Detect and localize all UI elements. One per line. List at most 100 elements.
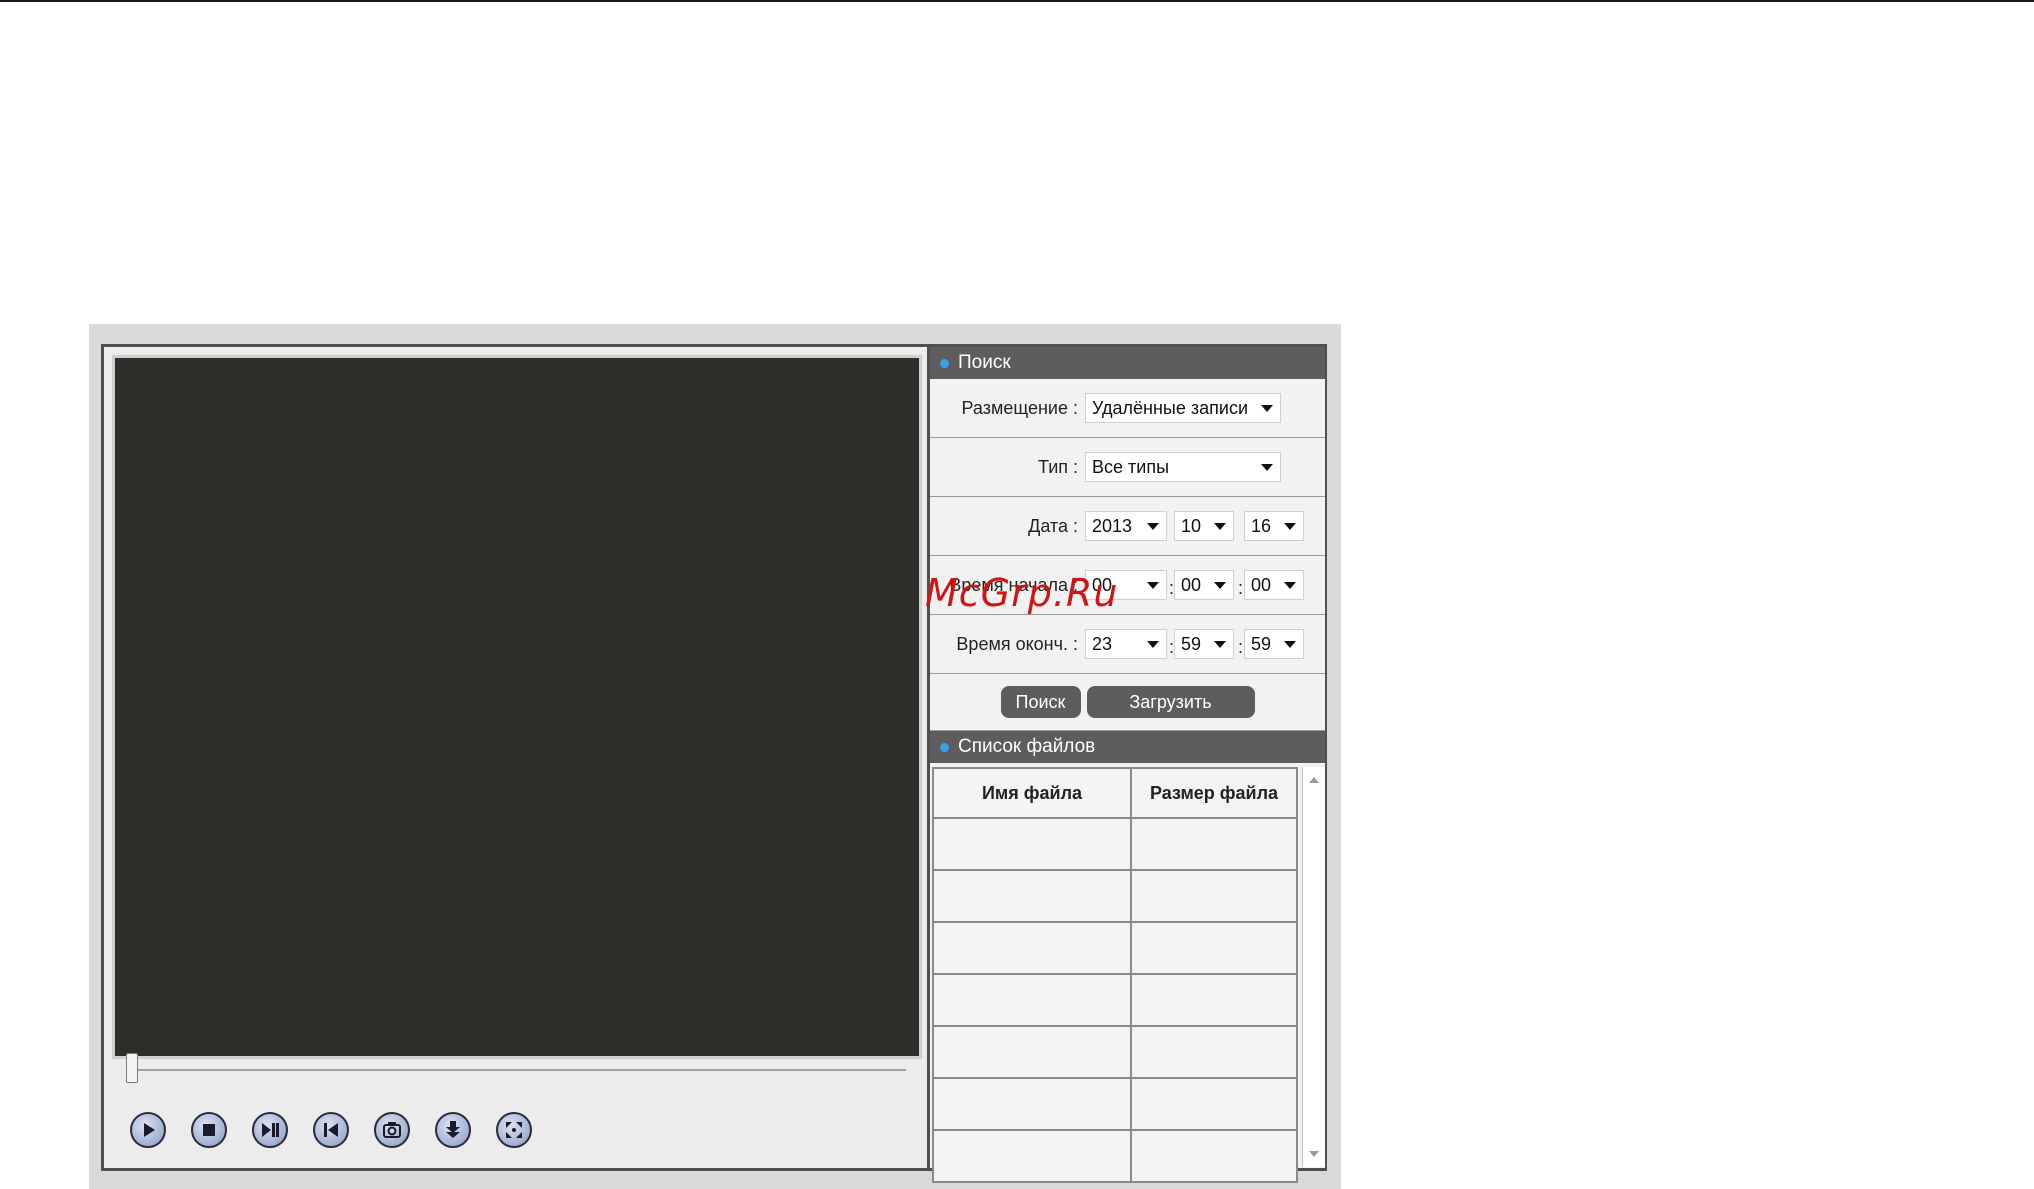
date-month-select[interactable]: 10 xyxy=(1174,511,1234,541)
location-select[interactable]: Удалённые записи xyxy=(1085,393,1281,423)
chevron-down-icon xyxy=(1214,641,1226,648)
stop-icon xyxy=(203,1124,215,1136)
date-year-select[interactable]: 2013 xyxy=(1085,511,1167,541)
table-row[interactable] xyxy=(932,817,1298,871)
download-files-button[interactable]: Загрузить xyxy=(1086,686,1255,718)
file-table: Имя файла Размер файла xyxy=(932,767,1298,1183)
top-rule xyxy=(0,0,2034,2)
chevron-down-icon xyxy=(1261,464,1273,471)
scroll-up-icon[interactable] xyxy=(1309,777,1319,783)
location-label: Размещение : xyxy=(961,397,1078,418)
chevron-down-icon xyxy=(1147,523,1159,530)
video-display[interactable] xyxy=(112,355,922,1059)
chevron-down-icon xyxy=(1147,641,1159,648)
playback-frame: Поиск Размещение : Удалённые записи Тип … xyxy=(101,344,1327,1183)
type-value: Все типы xyxy=(1092,456,1170,477)
chevron-down-icon xyxy=(1214,582,1226,589)
type-label: Тип : xyxy=(1037,456,1078,477)
table-cell xyxy=(932,869,1132,923)
table-cell xyxy=(932,1077,1132,1131)
end-minute-select[interactable]: 59 xyxy=(1174,629,1234,659)
table-cell xyxy=(932,973,1132,1027)
chevron-down-icon xyxy=(1284,641,1296,648)
file-table-header: Имя файла Размер файла xyxy=(932,767,1298,819)
table-row[interactable] xyxy=(932,869,1298,923)
end-hour-select[interactable]: 23 xyxy=(1085,629,1167,659)
end-minute-value: 59 xyxy=(1181,633,1202,654)
watermark-text: McGrp.Ru xyxy=(925,571,1119,615)
start-second-value: 00 xyxy=(1251,574,1272,595)
chevron-down-icon xyxy=(1147,582,1159,589)
download-icon xyxy=(446,1121,460,1138)
file-list-scrollbar[interactable] xyxy=(1302,767,1325,1167)
type-select[interactable]: Все типы xyxy=(1085,452,1281,482)
end-time-label: Время оконч. : xyxy=(956,633,1078,654)
table-row[interactable] xyxy=(932,973,1298,1027)
chevron-down-icon xyxy=(1214,523,1226,530)
start-minute-select[interactable]: 00 xyxy=(1174,570,1234,600)
skip-back-icon xyxy=(324,1123,338,1137)
play-button[interactable] xyxy=(130,1112,166,1148)
search-section-title: Поиск xyxy=(958,352,1011,373)
step-forward-icon xyxy=(262,1123,279,1137)
end-hour-value: 23 xyxy=(1092,633,1113,654)
fullscreen-icon xyxy=(506,1122,522,1138)
bullet-icon xyxy=(940,358,949,368)
chevron-down-icon xyxy=(1284,523,1296,530)
filelist-section-title: Список файлов xyxy=(958,736,1096,757)
type-row: Тип : Все типы xyxy=(930,438,1325,497)
table-cell xyxy=(1130,1077,1298,1131)
table-cell xyxy=(932,817,1132,871)
date-day-value: 16 xyxy=(1251,515,1272,536)
timeline-handle[interactable] xyxy=(126,1053,138,1083)
date-year-value: 2013 xyxy=(1092,515,1133,536)
date-row: Дата : 2013 10 16 xyxy=(930,497,1325,556)
filelist-section-header: Список файлов xyxy=(930,731,1325,763)
timeline-track[interactable] xyxy=(126,1069,906,1071)
start-minute-value: 00 xyxy=(1181,574,1202,595)
column-header-filename[interactable]: Имя файла xyxy=(932,767,1132,819)
table-cell xyxy=(932,1025,1132,1079)
table-row[interactable] xyxy=(932,1025,1298,1079)
step-forward-button[interactable] xyxy=(252,1112,288,1148)
time-separator: : xyxy=(1238,637,1244,657)
chevron-down-icon xyxy=(1261,405,1273,412)
stop-button[interactable] xyxy=(191,1112,227,1148)
table-cell xyxy=(1130,817,1298,871)
end-time-row: Время оконч. : 23 : 59 : 59 xyxy=(930,615,1325,674)
search-panel: Поиск Размещение : Удалённые записи Тип … xyxy=(927,347,1325,1183)
end-second-select[interactable]: 59 xyxy=(1244,629,1304,659)
skip-back-button[interactable] xyxy=(313,1112,349,1148)
location-row: Размещение : Удалённые записи xyxy=(930,379,1325,438)
table-row[interactable] xyxy=(932,921,1298,975)
table-cell xyxy=(1130,1025,1298,1079)
search-button[interactable]: Поиск xyxy=(1000,686,1081,718)
table-row[interactable] xyxy=(932,1129,1298,1183)
time-separator: : xyxy=(1238,578,1244,598)
table-cell xyxy=(932,921,1132,975)
table-cell xyxy=(1130,921,1298,975)
location-value: Удалённые записи xyxy=(1092,397,1249,418)
table-cell xyxy=(1130,869,1298,923)
fullscreen-button[interactable] xyxy=(496,1112,532,1148)
play-icon xyxy=(144,1123,155,1137)
search-section-header: Поиск xyxy=(930,347,1325,379)
start-second-select[interactable]: 00 xyxy=(1244,570,1304,600)
snapshot-button[interactable] xyxy=(374,1112,410,1148)
table-cell xyxy=(932,1129,1132,1183)
scroll-down-icon[interactable] xyxy=(1309,1151,1319,1157)
table-cell xyxy=(1130,973,1298,1027)
download-button[interactable] xyxy=(435,1112,471,1148)
playback-window: Поиск Размещение : Удалённые записи Тип … xyxy=(89,324,1341,1189)
chevron-down-icon xyxy=(1284,582,1296,589)
snapshot-icon xyxy=(383,1122,401,1138)
date-day-select[interactable]: 16 xyxy=(1244,511,1304,541)
bullet-icon xyxy=(940,742,949,752)
end-second-value: 59 xyxy=(1251,633,1272,654)
date-month-value: 10 xyxy=(1181,515,1202,536)
column-header-filesize[interactable]: Размер файла xyxy=(1130,767,1298,819)
playback-controls xyxy=(130,1112,532,1148)
table-cell xyxy=(1130,1129,1298,1183)
date-label: Дата : xyxy=(1028,515,1078,536)
table-row[interactable] xyxy=(932,1077,1298,1131)
